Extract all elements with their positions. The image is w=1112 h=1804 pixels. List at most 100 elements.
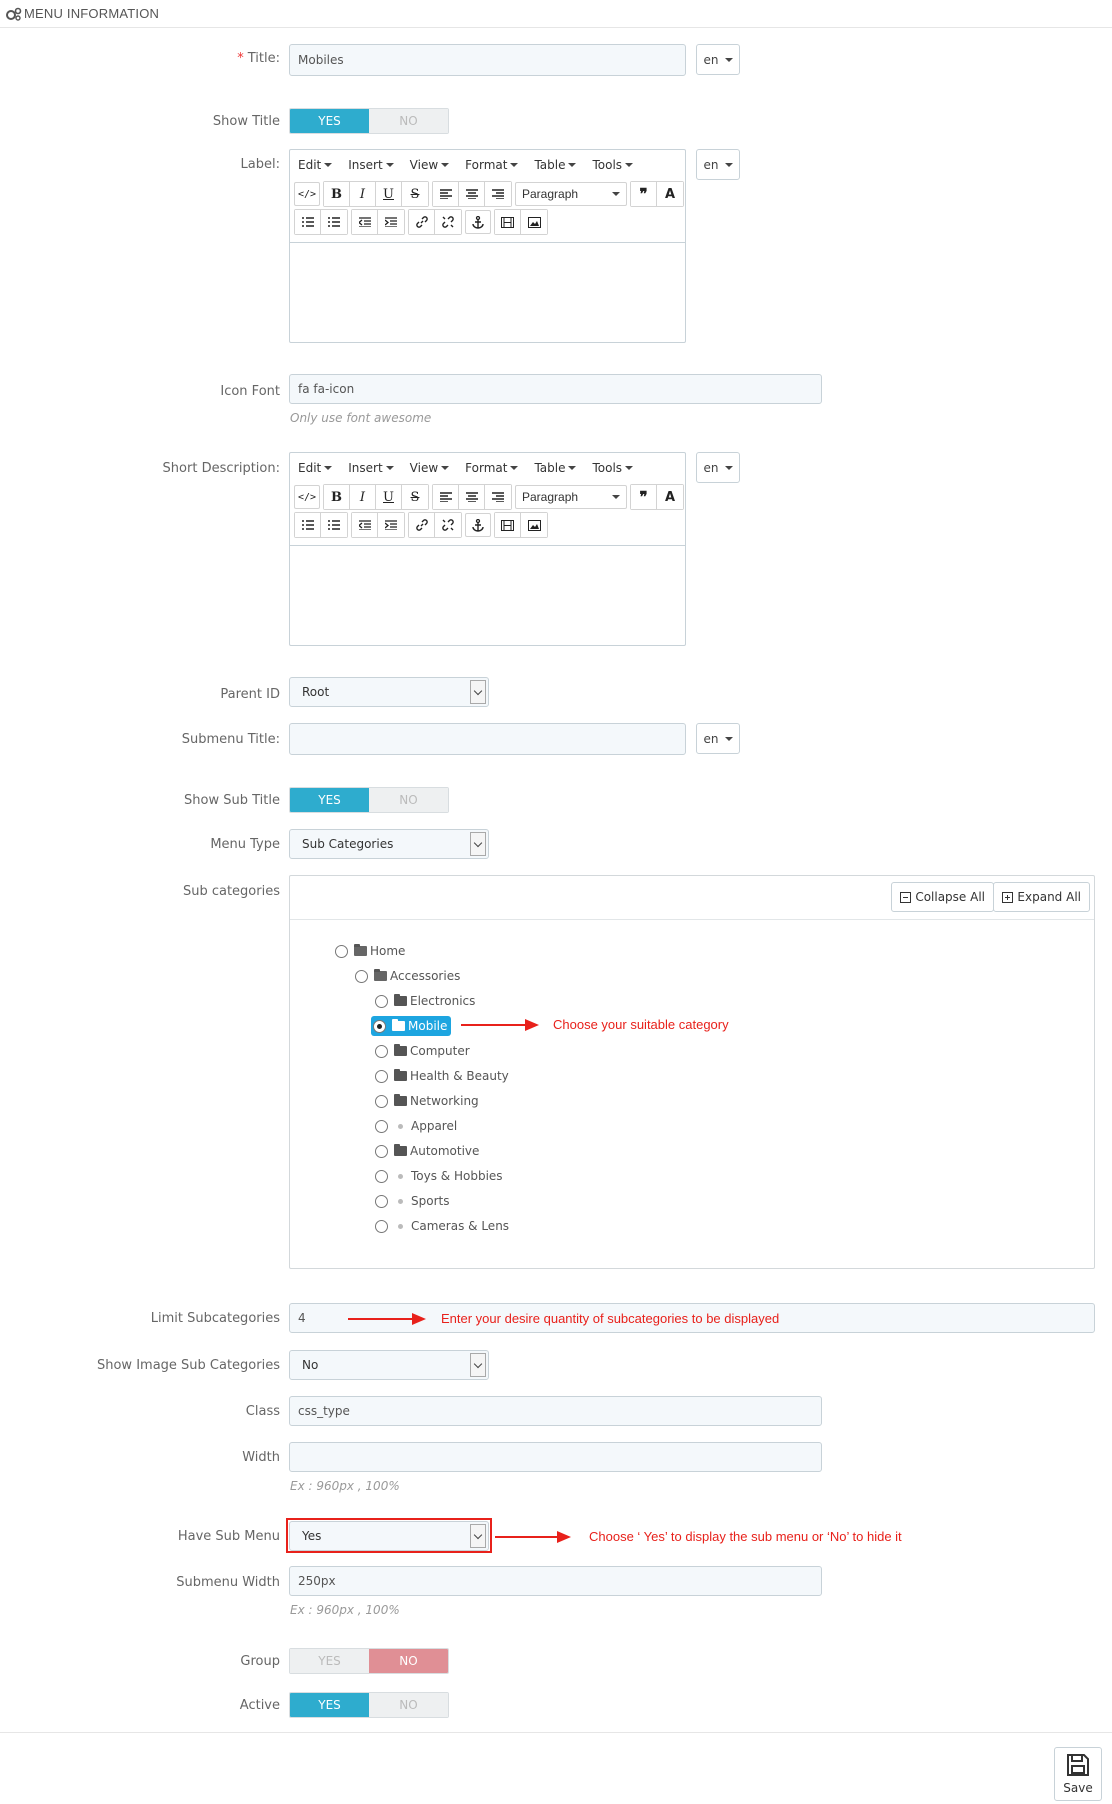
insert-media-button[interactable] [495,210,521,234]
anchor-button[interactable] [465,210,491,234]
bullet-list-button[interactable] [295,513,321,537]
submenu-width-input[interactable]: 250px [289,1566,822,1596]
title-input[interactable]: Mobiles [289,44,686,76]
align-left-button[interactable] [433,182,459,206]
editor-menu-format[interactable]: Format [465,461,519,475]
tree-radio[interactable] [375,994,388,1008]
tree-node-toys-hobbies[interactable]: Toys & Hobbies [375,1166,503,1186]
italic-button[interactable]: I [350,182,376,206]
insert-link-button[interactable] [409,513,435,537]
insert-link-button[interactable] [409,210,435,234]
show-title-yes[interactable]: YES [290,109,369,133]
tree-radio[interactable] [335,944,348,958]
outdent-button[interactable] [352,513,378,537]
active-no[interactable]: NO [369,1693,448,1717]
tree-node-sports[interactable]: Sports [375,1191,449,1211]
editor-menu-tools[interactable]: Tools [592,461,634,475]
italic-button[interactable]: I [350,485,376,509]
text-color-button[interactable]: A [657,485,683,509]
insert-media-button[interactable] [495,513,521,537]
editor-menu-insert[interactable]: Insert [348,158,394,172]
tree-radio[interactable] [375,1194,388,1208]
group-yes[interactable]: YES [290,1649,369,1673]
align-left-button[interactable] [433,485,459,509]
editor-menu-edit[interactable]: Edit [298,158,333,172]
align-right-button[interactable] [485,485,511,509]
submenu-title-lang-dropdown[interactable]: en [696,723,740,754]
editor-menu-table[interactable]: Table [534,158,577,172]
show-title-toggle[interactable]: YES NO [289,108,449,134]
group-toggle[interactable]: YES NO [289,1648,449,1674]
tree-radio[interactable] [375,1119,388,1133]
collapse-all-button[interactable]: Collapse All [891,882,994,912]
tree-radio[interactable] [355,969,368,983]
editor-menu-format[interactable]: Format [465,158,519,172]
active-yes[interactable]: YES [290,1693,369,1717]
editor-menu-view[interactable]: View [410,461,450,475]
bold-button[interactable]: B [324,485,350,509]
indent-button[interactable] [378,513,404,537]
editor-menu-tools[interactable]: Tools [592,158,634,172]
numbered-list-button[interactable] [321,210,347,234]
editor-menu-table[interactable]: Table [534,461,577,475]
blockquote-button[interactable]: ❞ [631,182,657,206]
short-desc-editor-content[interactable] [290,545,685,649]
editor-menu-insert[interactable]: Insert [348,461,394,475]
insert-image-button[interactable] [521,513,547,537]
label-editor-content[interactable] [290,242,685,346]
strikethrough-button[interactable]: S [402,485,428,509]
class-input[interactable]: css_type [289,1396,822,1426]
align-center-button[interactable] [459,182,485,206]
text-color-button[interactable]: A [657,182,683,206]
align-center-button[interactable] [459,485,485,509]
underline-button[interactable]: U [376,182,402,206]
tree-radio[interactable] [375,1144,388,1158]
short-desc-lang-dropdown[interactable]: en [696,452,740,483]
tree-node-networking[interactable]: Networking [375,1091,479,1111]
align-right-button[interactable] [485,182,511,206]
tree-radio[interactable] [375,1044,388,1058]
save-button[interactable]: Save [1054,1747,1102,1801]
strikethrough-button[interactable]: S [402,182,428,206]
tree-node-home[interactable]: Home [335,941,405,961]
tree-node-automotive[interactable]: Automotive [375,1141,479,1161]
show-title-no[interactable]: NO [369,109,448,133]
anchor-button[interactable] [465,513,491,537]
group-no[interactable]: NO [369,1649,448,1673]
submenu-title-input[interactable] [289,723,686,755]
label-lang-dropdown[interactable]: en [696,149,740,180]
remove-link-button[interactable] [435,513,461,537]
tree-node-cameras-lens[interactable]: Cameras & Lens [375,1216,509,1236]
bold-button[interactable]: B [324,182,350,206]
underline-button[interactable]: U [376,485,402,509]
title-lang-dropdown[interactable]: en [696,44,740,75]
parent-id-select[interactable]: Root [289,677,489,707]
active-toggle[interactable]: YES NO [289,1692,449,1718]
editor-menu-edit[interactable]: Edit [298,461,333,475]
tree-radio[interactable] [375,1094,388,1108]
numbered-list-button[interactable] [321,513,347,537]
tree-radio-selected[interactable] [373,1019,386,1033]
paragraph-format-dropdown[interactable]: Paragraph [515,182,627,206]
source-code-button[interactable]: </> [294,182,320,206]
bullet-list-button[interactable] [295,210,321,234]
indent-button[interactable] [378,210,404,234]
blockquote-button[interactable]: ❞ [631,485,657,509]
show-image-sub-select[interactable]: No [289,1350,489,1380]
have-sub-menu-select[interactable]: Yes [289,1521,489,1551]
show-sub-title-no[interactable]: NO [369,788,448,812]
editor-menu-view[interactable]: View [410,158,450,172]
tree-node-computer[interactable]: Computer [375,1041,470,1061]
show-sub-title-yes[interactable]: YES [290,788,369,812]
paragraph-format-dropdown[interactable]: Paragraph [515,485,627,509]
tree-node-mobile[interactable]: Mobile [371,1016,452,1036]
tree-node-electronics[interactable]: Electronics [375,991,475,1011]
tree-node-apparel[interactable]: Apparel [375,1116,457,1136]
show-sub-title-toggle[interactable]: YES NO [289,787,449,813]
tree-radio[interactable] [375,1069,388,1083]
tree-node-accessories[interactable]: Accessories [355,966,460,986]
icon-font-input[interactable]: fa fa-icon [289,374,822,404]
remove-link-button[interactable] [435,210,461,234]
tree-radio[interactable] [375,1169,388,1183]
tree-radio[interactable] [375,1219,388,1233]
